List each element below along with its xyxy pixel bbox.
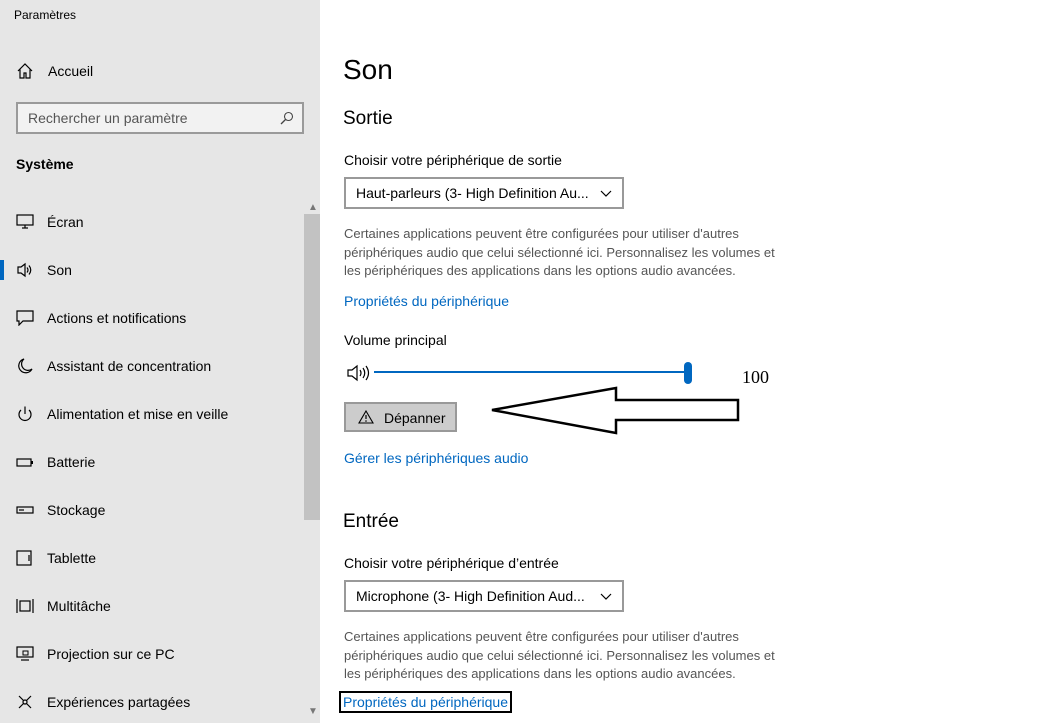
search-input[interactable]: Rechercher un paramètre	[16, 102, 304, 134]
sidebar-item-label: Projection sur ce PC	[47, 646, 175, 662]
volume-slider-thumb[interactable]	[684, 362, 692, 384]
sidebar-nav: Écran Son Actions et notifications Assis…	[0, 198, 304, 723]
input-device-value: Microphone (3- High Definition Aud...	[356, 588, 585, 604]
output-description: Certaines applications peuvent être conf…	[344, 226, 775, 278]
sidebar-item-label: Actions et notifications	[47, 310, 187, 326]
home-label: Accueil	[48, 63, 94, 79]
home-icon	[17, 63, 33, 79]
speaker-icon	[17, 262, 32, 278]
search-icon[interactable]	[280, 111, 294, 125]
tablet-icon	[16, 550, 32, 566]
section-title: Système	[16, 156, 74, 172]
sidebar-item-alimentation[interactable]: Alimentation et mise en veille	[0, 390, 304, 438]
power-icon	[18, 406, 32, 421]
scroll-down-icon[interactable]: ▼	[308, 706, 318, 717]
sidebar-item-label: Stockage	[47, 502, 106, 518]
sidebar-item-multitache[interactable]: Multitâche	[0, 582, 304, 630]
sidebar-item-label: Batterie	[47, 454, 96, 470]
input-device-dropdown[interactable]: Microphone (3- High Definition Aud...	[344, 580, 624, 612]
output-device-dropdown[interactable]: Haut-parleurs (3- High Definition Au...	[344, 177, 624, 209]
sidebar-item-label: Assistant de concentration	[47, 358, 212, 374]
troubleshoot-button[interactable]: Dépanner	[344, 402, 457, 432]
chevron-down-icon	[600, 190, 612, 197]
projection-icon	[16, 646, 34, 661]
sidebar-item-ecran[interactable]: Écran	[0, 198, 304, 246]
sidebar-item-label: Son	[47, 262, 72, 278]
volume-icon[interactable]	[346, 363, 370, 383]
input-device-label: Choisir votre périphérique d’entrée	[344, 555, 559, 571]
output-device-label: Choisir votre périphérique de sortie	[344, 152, 562, 168]
output-heading: Sortie	[343, 108, 393, 129]
battery-icon	[16, 458, 33, 467]
annotation-arrow	[491, 386, 740, 435]
sidebar-item-label: Alimentation et mise en veille	[47, 406, 229, 422]
monitor-icon	[16, 214, 34, 229]
sidebar-item-batterie[interactable]: Batterie	[0, 438, 304, 486]
sidebar-item-experiences[interactable]: Expériences partagées	[0, 678, 304, 723]
sidebar-item-label: Multitâche	[47, 598, 111, 614]
manage-devices-link[interactable]: Gérer les périphériques audio	[344, 450, 528, 466]
shared-icon	[18, 695, 32, 709]
sidebar-item-notifications[interactable]: Actions et notifications	[0, 294, 304, 342]
sidebar-item-son[interactable]: Son	[0, 246, 304, 294]
moon-icon	[18, 358, 33, 374]
sidebar-item-concentration[interactable]: Assistant de concentration	[0, 342, 304, 390]
multitask-icon	[16, 599, 34, 613]
volume-label: Volume principal	[344, 332, 447, 348]
sidebar-item-label: Expériences partagées	[47, 694, 191, 710]
sidebar-scrollbar[interactable]: ▲ ▼	[304, 198, 320, 723]
volume-slider-track[interactable]	[374, 371, 688, 373]
sidebar-item-label: Tablette	[47, 550, 97, 566]
sidebar-item-label: Écran	[47, 214, 84, 230]
troubleshoot-label: Dépanner	[384, 410, 446, 426]
app-title: Paramètres	[14, 8, 77, 22]
scroll-thumb[interactable]	[304, 214, 320, 520]
sidebar-item-tablette[interactable]: Tablette	[0, 534, 304, 582]
chevron-down-icon	[600, 593, 612, 600]
storage-icon	[16, 506, 34, 514]
search-placeholder: Rechercher un paramètre	[28, 110, 188, 126]
input-heading: Entrée	[343, 511, 399, 532]
scroll-up-icon[interactable]: ▲	[308, 202, 318, 213]
notification-icon	[16, 310, 34, 326]
warning-icon	[358, 410, 374, 424]
sidebar: Paramètres Accueil Rechercher un paramèt…	[0, 0, 320, 723]
sidebar-item-stockage[interactable]: Stockage	[0, 486, 304, 534]
input-properties-link[interactable]: Propriétés du périphérique	[339, 691, 512, 713]
home-nav-item[interactable]: Accueil	[0, 54, 320, 88]
page-title: Son	[343, 54, 393, 85]
output-device-value: Haut-parleurs (3- High Definition Au...	[356, 185, 589, 201]
sidebar-item-projection[interactable]: Projection sur ce PC	[0, 630, 304, 678]
input-description: Certaines applications peuvent être conf…	[344, 629, 775, 681]
volume-value: 100	[742, 367, 769, 387]
output-properties-link[interactable]: Propriétés du périphérique	[344, 293, 509, 309]
